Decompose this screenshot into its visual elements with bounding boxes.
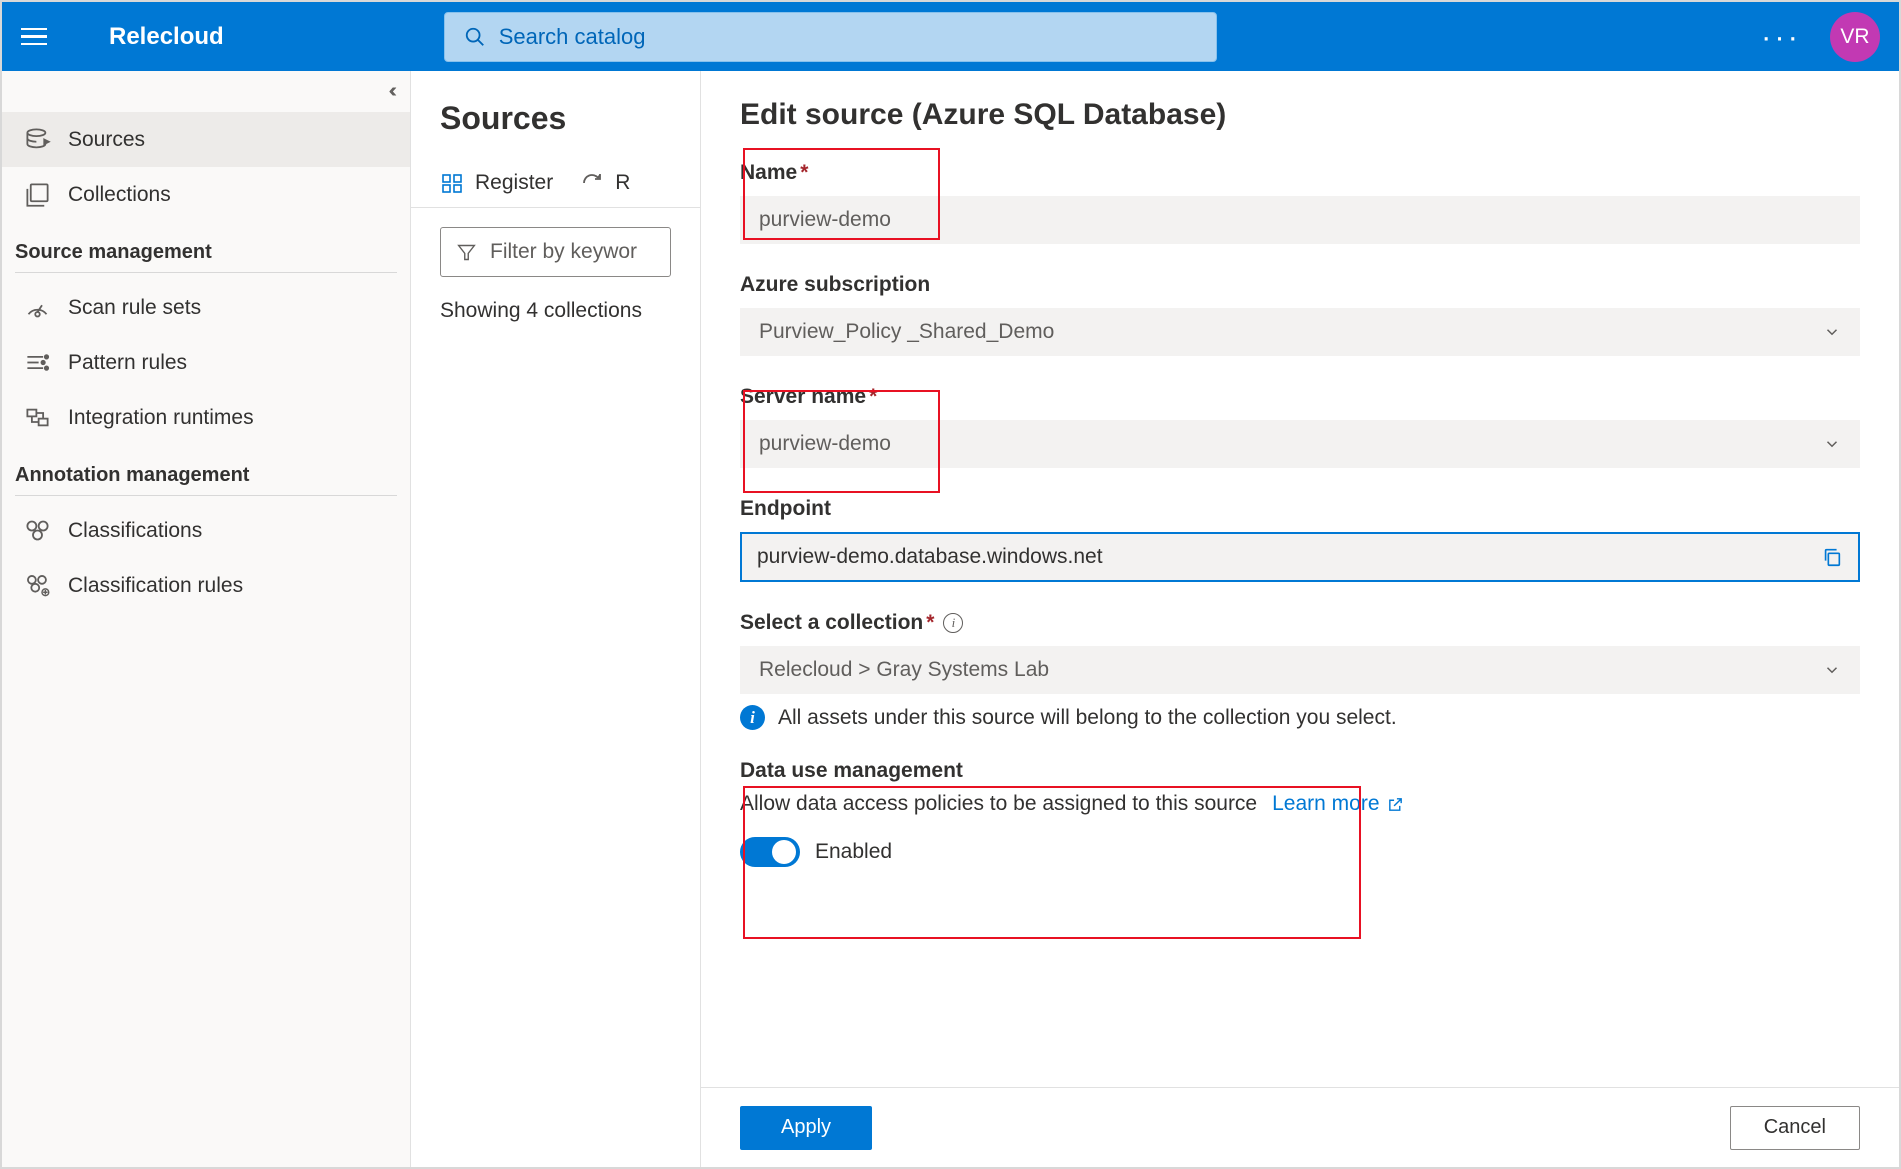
- search-placeholder-text: Search catalog: [499, 24, 646, 50]
- collection-dropdown[interactable]: Relecloud > Gray Systems Lab: [740, 646, 1860, 694]
- top-navigation-bar: Relecloud Search catalog ··· VR: [2, 2, 1899, 71]
- edit-pane-title: Edit source (Azure SQL Database): [740, 98, 1860, 132]
- sources-panel-title: Sources: [411, 71, 700, 159]
- sidebar-item-label: Pattern rules: [68, 351, 187, 375]
- sources-panel: Sources Register R Filter by keywor Show…: [411, 71, 701, 1167]
- hamburger-menu-button[interactable]: [21, 20, 55, 54]
- register-icon: [440, 171, 464, 195]
- subscription-dropdown[interactable]: Purview_Policy _Shared_Demo: [740, 308, 1860, 356]
- search-icon: [464, 26, 486, 48]
- sidebar-item-collections[interactable]: Collections: [2, 167, 410, 222]
- classification-rules-icon: [24, 572, 51, 599]
- runtime-icon: [24, 404, 51, 431]
- register-button[interactable]: Register: [440, 171, 553, 195]
- cancel-button[interactable]: Cancel: [1730, 1106, 1860, 1150]
- collections-icon: [24, 181, 51, 208]
- collection-value: Relecloud > Gray Systems Lab: [759, 658, 1049, 682]
- edit-pane-footer: Apply Cancel: [701, 1087, 1899, 1167]
- collapse-sidebar-button[interactable]: ‹‹: [2, 71, 410, 112]
- pattern-icon: [24, 349, 51, 376]
- gauge-icon: [24, 294, 51, 321]
- server-name-field-label: Server name*: [740, 385, 1860, 409]
- nav-section-annotation-management: Annotation management: [2, 445, 410, 495]
- sidebar-item-label: Collections: [68, 183, 171, 207]
- data-use-toggle[interactable]: [740, 837, 800, 867]
- filter-keyword-input[interactable]: Filter by keywor: [440, 227, 671, 277]
- sidebar-item-label: Classification rules: [68, 574, 243, 598]
- info-icon: i: [740, 705, 765, 730]
- chevron-double-left-icon: ‹‹: [389, 80, 392, 103]
- subscription-value: Purview_Policy _Shared_Demo: [759, 320, 1054, 344]
- filter-icon: [456, 242, 477, 263]
- sidebar-item-classifications[interactable]: Classifications: [2, 503, 410, 558]
- copy-icon: [1821, 546, 1843, 568]
- subscription-field-label: Azure subscription: [740, 273, 1860, 297]
- endpoint-value: purview-demo.database.windows.net: [757, 545, 1103, 569]
- endpoint-input[interactable]: purview-demo.database.windows.net: [740, 532, 1860, 582]
- sidebar-item-label: Sources: [68, 128, 145, 152]
- refresh-label-partial: R: [615, 171, 630, 195]
- copy-endpoint-button[interactable]: [1821, 546, 1843, 568]
- sidebar-item-label: Classifications: [68, 519, 202, 543]
- sidebar-item-pattern-rules[interactable]: Pattern rules: [2, 335, 410, 390]
- nav-section-source-management: Source management: [2, 222, 410, 272]
- chevron-down-icon: [1823, 435, 1841, 453]
- endpoint-field-label: Endpoint: [740, 497, 1860, 521]
- sidebar-item-label: Integration runtimes: [68, 406, 254, 430]
- collection-info-text: All assets under this source will belong…: [778, 706, 1397, 730]
- apply-button[interactable]: Apply: [740, 1106, 872, 1150]
- edit-source-pane: Edit source (Azure SQL Database) Name* p…: [701, 71, 1899, 1167]
- collection-field-label: Select a collection*: [740, 611, 934, 635]
- sidebar-item-classification-rules[interactable]: Classification rules: [2, 558, 410, 613]
- name-value: purview-demo: [759, 208, 891, 232]
- name-field-label: Name*: [740, 161, 1860, 185]
- learn-more-link[interactable]: Learn more: [1272, 792, 1403, 816]
- server-name-value: purview-demo: [759, 432, 891, 456]
- chevron-down-icon: [1823, 661, 1841, 679]
- sidebar-item-sources[interactable]: Sources: [2, 112, 410, 167]
- filter-placeholder-text: Filter by keywor: [490, 240, 637, 264]
- collection-count-text: Showing 4 collections: [411, 277, 700, 345]
- toggle-knob: [772, 840, 796, 864]
- info-outline-icon[interactable]: i: [943, 613, 963, 633]
- register-label: Register: [475, 171, 553, 195]
- left-sidebar: ‹‹ Sources Collections Source management…: [2, 71, 411, 1167]
- sources-icon: [24, 126, 51, 153]
- toggle-state-label: Enabled: [815, 840, 892, 864]
- refresh-button[interactable]: R: [580, 171, 630, 195]
- user-avatar[interactable]: VR: [1830, 12, 1880, 62]
- external-link-icon: [1387, 796, 1404, 813]
- search-catalog-input[interactable]: Search catalog: [444, 12, 1217, 62]
- classifications-icon: [24, 517, 51, 544]
- data-use-description: Allow data access policies to be assigne…: [740, 792, 1257, 816]
- brand-name: Relecloud: [109, 23, 224, 51]
- refresh-icon: [580, 171, 604, 195]
- name-input[interactable]: purview-demo: [740, 196, 1860, 244]
- data-use-management-label: Data use management: [740, 759, 1860, 783]
- sidebar-item-label: Scan rule sets: [68, 296, 201, 320]
- more-actions-button[interactable]: ···: [1761, 21, 1801, 52]
- sidebar-item-scan-rule-sets[interactable]: Scan rule sets: [2, 280, 410, 335]
- server-name-dropdown[interactable]: purview-demo: [740, 420, 1860, 468]
- chevron-down-icon: [1823, 323, 1841, 341]
- sidebar-item-integration-runtimes[interactable]: Integration runtimes: [2, 390, 410, 445]
